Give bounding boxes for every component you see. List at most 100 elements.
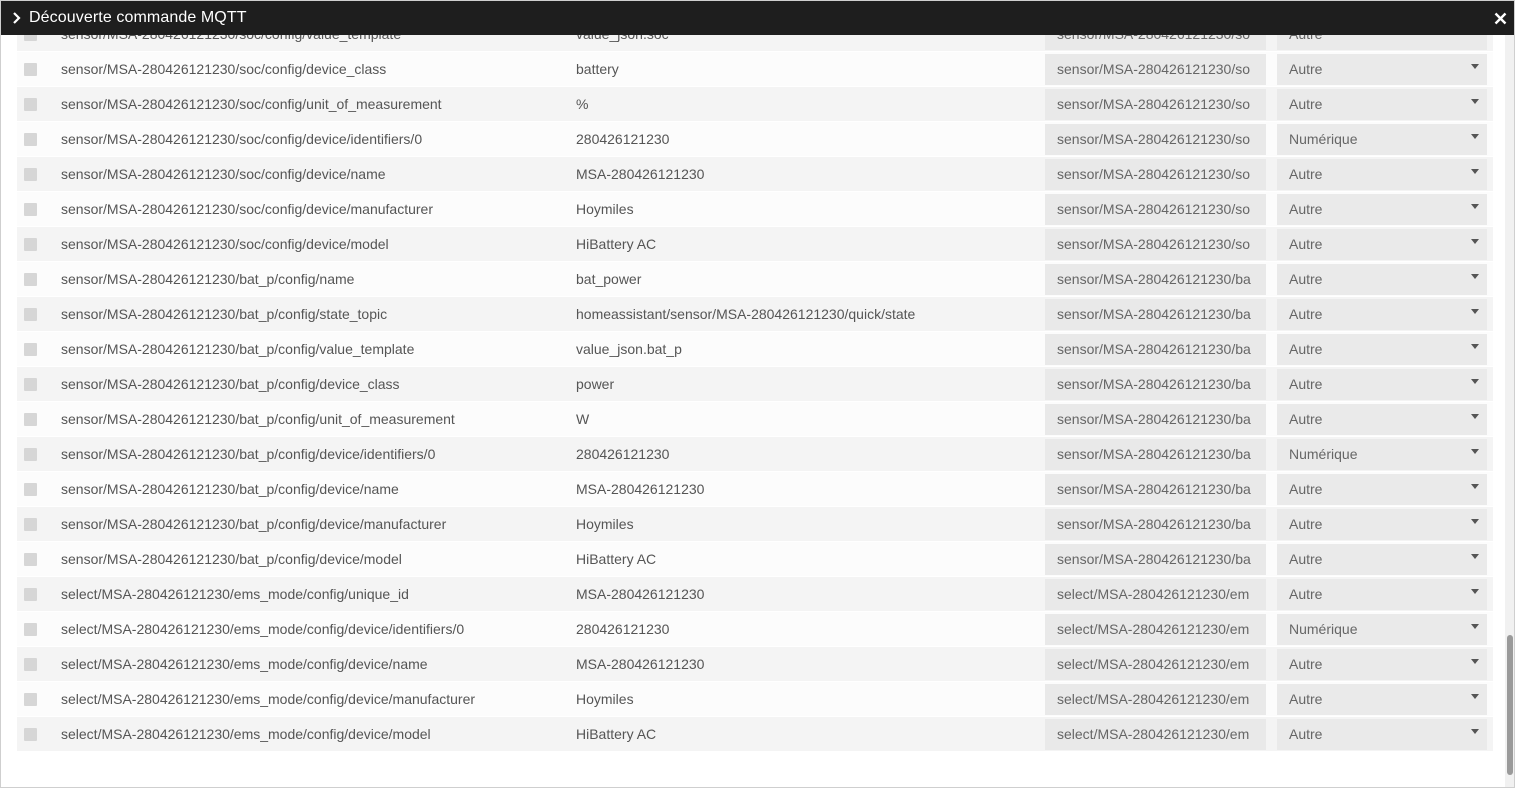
logical-id-input[interactable]: sensor/MSA-280426121230/so (1045, 89, 1266, 120)
logical-id-input[interactable]: sensor/MSA-280426121230/so (1045, 194, 1266, 225)
logical-id-input[interactable]: select/MSA-280426121230/em (1045, 579, 1266, 610)
logical-id-input[interactable]: sensor/MSA-280426121230/ba (1045, 509, 1266, 540)
type-select[interactable]: Autre (1277, 264, 1487, 295)
row-checkbox[interactable] (24, 343, 37, 356)
dialog-titlebar: Découverte commande MQTT (1, 1, 1514, 35)
type-select[interactable]: Autre (1277, 509, 1487, 540)
payload-value: % (576, 96, 589, 112)
logical-id-input[interactable]: select/MSA-280426121230/em (1045, 614, 1266, 645)
chevron-down-icon (1471, 99, 1479, 104)
command-list[interactable]: sensor/MSA-280426121230/soc/config/value… (1, 35, 1507, 787)
row-checkbox[interactable] (24, 483, 37, 496)
logical-id-input[interactable]: sensor/MSA-280426121230/ba (1045, 369, 1266, 400)
row-checkbox[interactable] (24, 588, 37, 601)
type-select-value: Numérique (1289, 621, 1358, 637)
mqtt-discovery-dialog: Découverte commande MQTT sensor/MSA-2804… (0, 0, 1515, 788)
row-checkbox[interactable] (24, 448, 37, 461)
table-row: sensor/MSA-280426121230/bat_p/config/dev… (17, 367, 1493, 402)
type-select[interactable]: Autre (1277, 54, 1487, 85)
logical-id-input[interactable]: sensor/MSA-280426121230/ba (1045, 404, 1266, 435)
logical-id-input[interactable]: select/MSA-280426121230/em (1045, 719, 1266, 750)
chevron-down-icon (1471, 309, 1479, 314)
row-checkbox[interactable] (24, 658, 37, 671)
type-select-value: Autre (1289, 61, 1323, 77)
type-select[interactable]: Autre (1277, 229, 1487, 260)
row-checkbox[interactable] (24, 693, 37, 706)
logical-id-input[interactable]: sensor/MSA-280426121230/so (1045, 35, 1266, 50)
type-select-value: Autre (1289, 551, 1323, 567)
logical-id-input[interactable]: sensor/MSA-280426121230/so (1045, 124, 1266, 155)
type-select[interactable]: Numérique (1277, 614, 1487, 645)
type-select[interactable]: Autre (1277, 159, 1487, 190)
type-select[interactable]: Numérique (1277, 124, 1487, 155)
type-select-value: Autre (1289, 726, 1323, 742)
chevron-right-icon[interactable] (10, 10, 24, 26)
type-select-value: Autre (1289, 481, 1323, 497)
payload-value: 280426121230 (576, 446, 670, 462)
type-select[interactable]: Autre (1277, 649, 1487, 680)
chevron-down-icon (1471, 204, 1479, 209)
type-select[interactable]: Autre (1277, 334, 1487, 365)
table-row: sensor/MSA-280426121230/bat_p/config/dev… (17, 437, 1493, 472)
type-select[interactable]: Autre (1277, 404, 1487, 435)
logical-id-input[interactable]: sensor/MSA-280426121230/so (1045, 54, 1266, 85)
type-select[interactable]: Autre (1277, 89, 1487, 120)
row-checkbox[interactable] (24, 98, 37, 111)
row-checkbox[interactable] (24, 203, 37, 216)
logical-id-input[interactable]: select/MSA-280426121230/em (1045, 649, 1266, 680)
logical-id-input[interactable]: sensor/MSA-280426121230/ba (1045, 299, 1266, 330)
chevron-down-icon (1471, 554, 1479, 559)
table-row: sensor/MSA-280426121230/bat_p/config/uni… (17, 402, 1493, 437)
topic-label: sensor/MSA-280426121230/bat_p/config/dev… (61, 481, 399, 497)
table-row: sensor/MSA-280426121230/soc/config/devic… (17, 122, 1493, 157)
table-row: sensor/MSA-280426121230/soc/config/devic… (17, 157, 1493, 192)
chevron-down-icon (1471, 729, 1479, 734)
row-checkbox[interactable] (24, 63, 37, 76)
logical-id-input[interactable]: sensor/MSA-280426121230/ba (1045, 474, 1266, 505)
type-select[interactable]: Autre (1277, 684, 1487, 715)
type-select[interactable]: Autre (1277, 35, 1487, 50)
topic-label: select/MSA-280426121230/ems_mode/config/… (61, 691, 476, 707)
type-select[interactable]: Autre (1277, 369, 1487, 400)
logical-id-input[interactable]: sensor/MSA-280426121230/ba (1045, 544, 1266, 575)
topic-label: sensor/MSA-280426121230/bat_p/config/uni… (61, 411, 455, 427)
type-select[interactable]: Autre (1277, 579, 1487, 610)
topic-label: sensor/MSA-280426121230/soc/config/devic… (61, 201, 433, 217)
logical-id-input[interactable]: sensor/MSA-280426121230/ba (1045, 334, 1266, 365)
chevron-down-icon (1471, 169, 1479, 174)
table-row: select/MSA-280426121230/ems_mode/config/… (17, 682, 1493, 717)
row-checkbox[interactable] (24, 518, 37, 531)
payload-value: MSA-280426121230 (576, 481, 705, 497)
scrollbar-thumb[interactable] (1507, 635, 1513, 775)
payload-value: HiBattery AC (576, 551, 657, 567)
logical-id-input[interactable]: sensor/MSA-280426121230/ba (1045, 439, 1266, 470)
type-select[interactable]: Numérique (1277, 439, 1487, 470)
close-icon[interactable] (1492, 10, 1508, 26)
logical-id-input[interactable]: sensor/MSA-280426121230/ba (1045, 264, 1266, 295)
row-checkbox[interactable] (24, 308, 37, 321)
type-select[interactable]: Autre (1277, 299, 1487, 330)
row-checkbox[interactable] (24, 553, 37, 566)
payload-value: HiBattery AC (576, 236, 657, 252)
vertical-scrollbar[interactable] (1505, 35, 1514, 787)
row-checkbox[interactable] (24, 413, 37, 426)
row-checkbox[interactable] (24, 378, 37, 391)
topic-label: sensor/MSA-280426121230/bat_p/config/dev… (61, 516, 447, 532)
payload-value: battery (576, 61, 619, 77)
logical-id-input[interactable]: select/MSA-280426121230/em (1045, 684, 1266, 715)
row-checkbox[interactable] (24, 133, 37, 146)
type-select[interactable]: Autre (1277, 474, 1487, 505)
row-checkbox[interactable] (24, 168, 37, 181)
logical-id-input[interactable]: sensor/MSA-280426121230/so (1045, 159, 1266, 190)
topic-label: sensor/MSA-280426121230/bat_p/config/dev… (61, 376, 400, 392)
logical-id-input[interactable]: sensor/MSA-280426121230/so (1045, 229, 1266, 260)
row-checkbox[interactable] (24, 623, 37, 636)
type-select[interactable]: Autre (1277, 719, 1487, 750)
type-select[interactable]: Autre (1277, 544, 1487, 575)
type-select[interactable]: Autre (1277, 194, 1487, 225)
row-checkbox[interactable] (24, 273, 37, 286)
row-checkbox[interactable] (24, 238, 37, 251)
row-checkbox[interactable] (24, 35, 37, 41)
row-checkbox[interactable] (24, 728, 37, 741)
table-row: sensor/MSA-280426121230/soc/config/devic… (17, 227, 1493, 262)
